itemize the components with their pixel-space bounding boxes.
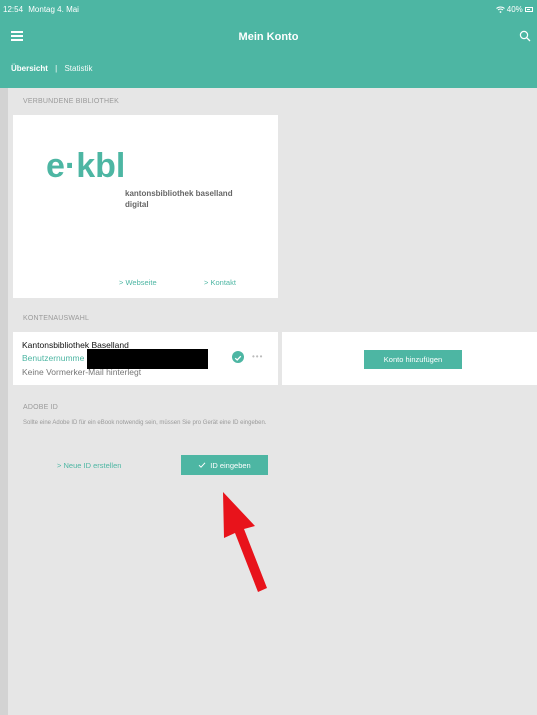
contact-link[interactable]: > Kontakt — [204, 278, 236, 287]
more-dots-icon[interactable]: ••• — [252, 352, 263, 361]
website-link-label: Webseite — [125, 278, 157, 287]
checkmark-icon — [234, 355, 242, 361]
account-username: Benutzernumme — [22, 353, 85, 363]
library-name-line1: kantonsbibliothek baselland — [125, 189, 233, 198]
left-edge-strip — [0, 88, 8, 715]
top-bar: 12:54 Montag 4. Mai 40% Mein Konto Übers… — [0, 0, 537, 88]
redaction-box — [87, 349, 208, 369]
enter-id-button[interactable]: ID eingeben — [181, 455, 268, 475]
tab-uebersicht[interactable]: Übersicht — [11, 64, 48, 73]
add-account-button[interactable]: Konto hinzufügen — [364, 350, 462, 369]
status-time: 12:54 — [3, 5, 24, 14]
contact-link-label: Kontakt — [210, 278, 236, 287]
search-icon[interactable] — [519, 30, 531, 42]
section-label-accounts: KONTENAUSWAHL — [23, 315, 90, 322]
logo-wordmark: e·kbl — [46, 147, 125, 185]
adobe-description: Sollte eine Adobe ID für ein eBook notwe… — [23, 420, 267, 426]
chevron-right-icon: > — [204, 278, 209, 287]
account-selected-checkmark-icon — [232, 351, 244, 363]
page-title: Mein Konto — [238, 31, 299, 43]
battery-icon — [525, 7, 533, 13]
library-logo: e·kbl — [46, 147, 125, 185]
battery-percent: 40% — [506, 5, 523, 14]
annotation-arrow — [223, 492, 267, 592]
chevron-right-icon: > — [119, 278, 124, 287]
status-date: Montag 4. Mai — [28, 5, 79, 14]
website-link[interactable]: > Webseite — [119, 278, 157, 287]
tab-separator: | — [55, 64, 58, 73]
checkmark-icon — [198, 462, 206, 468]
tab-statistik[interactable]: Statistik — [64, 64, 92, 73]
library-card: e·kbl kantonsbibliothek baselland digita… — [13, 115, 278, 298]
status-bar: 12:54 Montag 4. Mai 40% — [0, 0, 537, 18]
section-label-adobe: ADOBE ID — [23, 404, 59, 411]
new-id-link[interactable]: > Neue ID erstellen — [57, 461, 121, 470]
chevron-right-icon: > — [57, 461, 62, 470]
new-id-link-label: Neue ID erstellen — [63, 461, 122, 470]
tab-bar: Übersicht | Statistik — [11, 64, 92, 73]
section-label-library: VERBUNDENE BIBLIOTHEK — [23, 98, 119, 105]
library-name-line2: digital — [125, 200, 149, 209]
enter-id-button-label: ID eingeben — [210, 460, 251, 470]
wifi-icon — [495, 6, 505, 14]
